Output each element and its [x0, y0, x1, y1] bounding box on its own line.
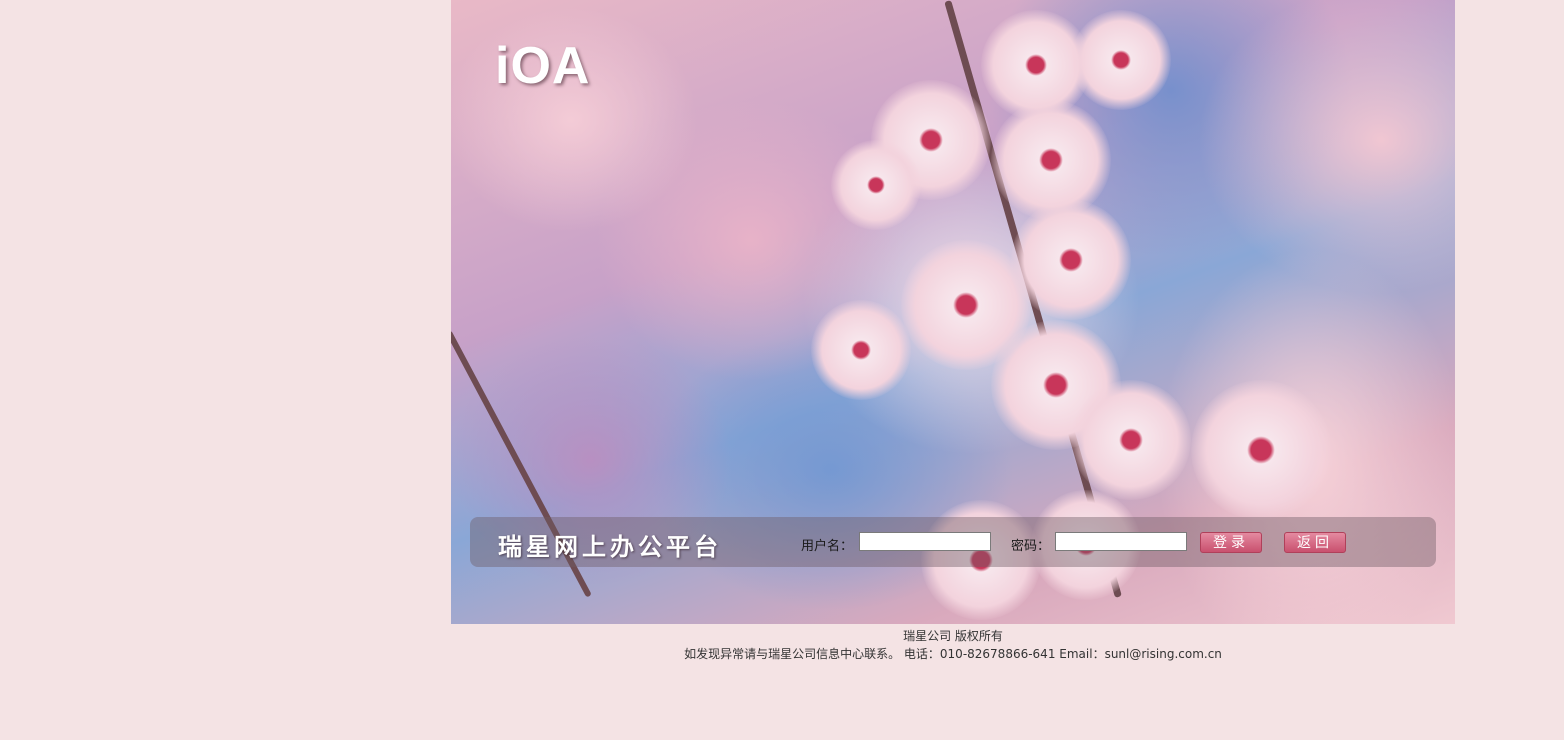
username-label: 用户名： [801, 539, 854, 554]
blossom-decoration [831, 140, 921, 230]
blossom-decoration [1011, 200, 1131, 320]
contact-text: 如发现异常请与瑞星公司信息中心联系。 电话：010-82678866-641 E… [684, 647, 1222, 661]
password-label: 密码： [1011, 539, 1051, 554]
password-input[interactable] [1055, 532, 1187, 551]
login-bar: 瑞星网上办公平台 用户名： 密码： 登录 返回 [470, 517, 1436, 567]
blossom-decoration [811, 300, 911, 400]
back-button[interactable]: 返回 [1284, 532, 1346, 553]
platform-title: 瑞星网上办公平台 [498, 533, 722, 561]
blossom-decoration [1071, 10, 1171, 110]
blossom-decoration [1071, 380, 1191, 500]
username-input[interactable] [859, 532, 991, 551]
ioa-logo: iOA [495, 37, 591, 95]
footer: 瑞星公司 版权所有 如发现异常请与瑞星公司信息中心联系。 电话：010-8267… [451, 627, 1455, 663]
login-button[interactable]: 登录 [1200, 532, 1262, 553]
copyright-text: 瑞星公司 版权所有 [903, 629, 1003, 643]
blossom-decoration [991, 100, 1111, 220]
cherry-blossom-banner: iOA 瑞星网上办公平台 用户名： 密码： 登录 返回 [451, 0, 1455, 624]
blossom-decoration [1191, 380, 1331, 520]
